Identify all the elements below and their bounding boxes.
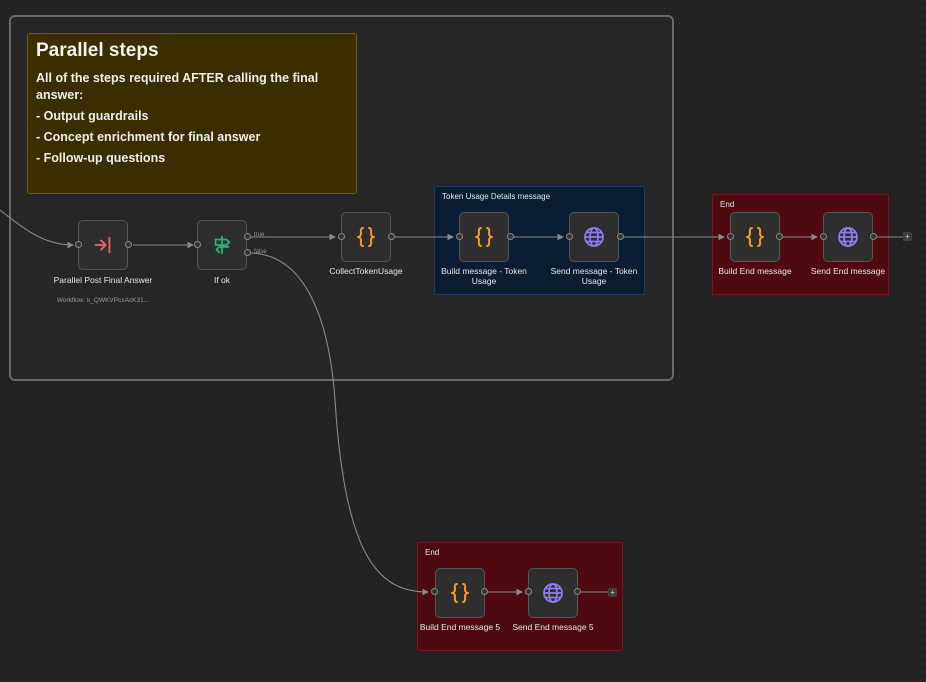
globe-icon [543,583,563,603]
code-braces-icon [357,227,375,247]
code-braces-icon [451,583,469,603]
output-port[interactable] [125,241,132,248]
false-output-port[interactable] [244,249,251,256]
false-port-label: false [254,249,267,255]
node-label: Parallel Post Final Answer [53,275,153,285]
true-output-port[interactable] [244,233,251,240]
node-label: Send message - Token Usage [550,266,638,286]
input-port[interactable] [194,241,201,248]
node-label: Send End message [810,266,886,276]
execute-workflow-icon [94,236,111,254]
add-node-button[interactable]: + [903,232,912,241]
output-port[interactable] [574,588,581,595]
node-label: Build End message [718,266,792,276]
node-label: If ok [213,275,231,285]
if-signpost-icon [214,235,231,255]
input-port[interactable] [525,588,532,595]
code-braces-icon [475,227,493,247]
add-node-button[interactable]: + [608,588,617,597]
input-port[interactable] [75,241,82,248]
collect-token-usage-node[interactable] [341,212,391,262]
input-port[interactable] [820,233,827,240]
input-port[interactable] [431,588,438,595]
send-message-token-usage-node[interactable] [569,212,619,262]
node-label: Build message - Token Usage [441,266,527,286]
output-port[interactable] [481,588,488,595]
node-label: Build End message 5 [419,622,501,632]
build-message-token-usage-node[interactable] [459,212,509,262]
if-ok-node[interactable] [197,220,247,270]
output-port[interactable] [776,233,783,240]
send-end-message-node[interactable] [823,212,873,262]
parallel-post-final-answer-node[interactable] [78,220,128,270]
input-port[interactable] [727,233,734,240]
build-end-message-5-node[interactable] [435,568,485,618]
input-port[interactable] [338,233,345,240]
output-port[interactable] [870,233,877,240]
output-port[interactable] [507,233,514,240]
output-port[interactable] [617,233,624,240]
input-port[interactable] [456,233,463,240]
output-port[interactable] [388,233,395,240]
build-end-message-node[interactable] [730,212,780,262]
edge-if-false-to-build-end5 [250,252,430,596]
send-end-message-5-node[interactable] [528,568,578,618]
node-label: CollectTokenUsage [329,266,403,276]
node-label: Send End message 5 [512,622,594,632]
true-port-label: true [254,232,265,238]
input-port[interactable] [566,233,573,240]
globe-icon [584,227,604,247]
code-braces-icon [746,227,764,247]
node-subtitle: Workflow: k_QWKVPcxAcK31... [56,297,150,304]
edge-incoming [0,209,75,249]
globe-icon [838,227,858,247]
